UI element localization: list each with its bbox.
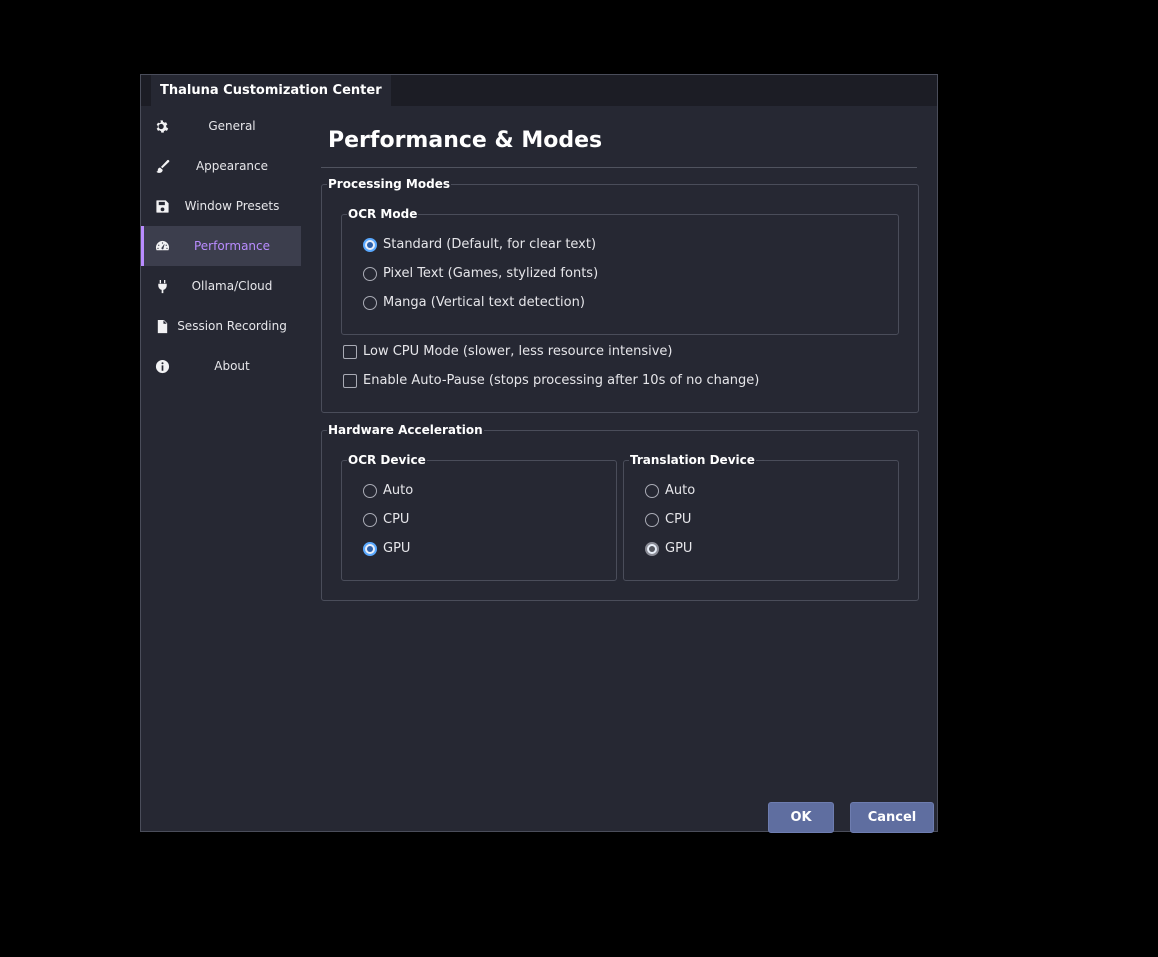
radio-label: Standard (Default, for clear text) bbox=[383, 237, 597, 252]
radio-indicator bbox=[363, 541, 377, 556]
group-title: Translation Device bbox=[629, 452, 756, 468]
radio-label: CPU bbox=[665, 512, 692, 527]
radio-indicator bbox=[645, 541, 659, 556]
ocr-device-cpu-radio[interactable]: CPU bbox=[363, 512, 409, 527]
sidebar-item-about[interactable]: About bbox=[141, 346, 301, 386]
ocr-mode-pixel-text-radio[interactable]: Pixel Text (Games, stylized fonts) bbox=[363, 266, 598, 281]
ok-button[interactable]: OK bbox=[768, 802, 834, 833]
ocr-mode-manga-radio[interactable]: Manga (Vertical text detection) bbox=[363, 295, 585, 310]
translation-device-cpu-radio[interactable]: CPU bbox=[645, 512, 691, 527]
settings-window: Thaluna Customization Center General App… bbox=[140, 74, 938, 833]
radio-label: GPU bbox=[383, 541, 411, 556]
checkbox-indicator bbox=[343, 373, 357, 388]
auto-pause-checkbox[interactable]: Enable Auto-Pause (stops processing afte… bbox=[343, 373, 759, 388]
ocr-mode-standard-radio[interactable]: Standard (Default, for clear text) bbox=[363, 237, 596, 252]
radio-label: CPU bbox=[383, 512, 410, 527]
low-cpu-mode-checkbox[interactable]: Low CPU Mode (slower, less resource inte… bbox=[343, 344, 672, 359]
radio-indicator bbox=[645, 512, 659, 527]
checkbox-label: Enable Auto-Pause (stops processing afte… bbox=[363, 373, 760, 388]
radio-indicator bbox=[363, 483, 377, 498]
ocr-device-gpu-radio[interactable]: GPU bbox=[363, 541, 410, 556]
radio-indicator bbox=[363, 266, 377, 281]
brush-icon bbox=[154, 158, 170, 174]
radio-label: Auto bbox=[665, 483, 696, 498]
sidebar-item-window-presets[interactable]: Window Presets bbox=[141, 186, 301, 226]
group-title: Processing Modes bbox=[327, 176, 451, 192]
radio-label: Manga (Vertical text detection) bbox=[383, 295, 585, 310]
group-title: OCR Mode bbox=[347, 206, 419, 222]
radio-indicator bbox=[363, 512, 377, 527]
gear-icon bbox=[154, 118, 170, 134]
sidebar-item-performance[interactable]: Performance bbox=[141, 226, 301, 266]
plug-icon bbox=[154, 278, 170, 294]
ocr-device-group: OCR Device Auto CPU GPU bbox=[341, 452, 617, 581]
radio-label: Pixel Text (Games, stylized fonts) bbox=[383, 266, 599, 281]
page-title: Performance & Modes bbox=[328, 128, 603, 153]
document-icon bbox=[154, 318, 170, 334]
sidebar: General Appearance Window Presets Perfor… bbox=[141, 106, 301, 386]
processing-modes-group: Processing Modes OCR Mode Standard (Defa… bbox=[321, 176, 919, 413]
info-icon bbox=[154, 358, 170, 374]
hardware-acceleration-group: Hardware Acceleration OCR Device Auto CP… bbox=[321, 422, 919, 601]
group-title: OCR Device bbox=[347, 452, 427, 468]
radio-indicator bbox=[363, 295, 377, 310]
translation-device-auto-radio[interactable]: Auto bbox=[645, 483, 695, 498]
group-title: Hardware Acceleration bbox=[327, 422, 484, 438]
gauge-icon bbox=[154, 238, 170, 254]
translation-device-gpu-radio[interactable]: GPU bbox=[645, 541, 692, 556]
radio-indicator bbox=[645, 483, 659, 498]
radio-label: Auto bbox=[383, 483, 414, 498]
content-panel: Performance & Modes Processing Modes OCR… bbox=[321, 106, 919, 831]
cancel-button[interactable]: Cancel bbox=[850, 802, 934, 833]
sidebar-item-ollama-cloud[interactable]: Ollama/Cloud bbox=[141, 266, 301, 306]
sidebar-item-appearance[interactable]: Appearance bbox=[141, 146, 301, 186]
sidebar-item-general[interactable]: General bbox=[141, 106, 301, 146]
ocr-mode-group: OCR Mode Standard (Default, for clear te… bbox=[341, 206, 899, 335]
ocr-device-auto-radio[interactable]: Auto bbox=[363, 483, 413, 498]
checkbox-label: Low CPU Mode (slower, less resource inte… bbox=[363, 344, 673, 359]
radio-indicator bbox=[363, 237, 377, 252]
title-bar: Thaluna Customization Center bbox=[141, 75, 937, 106]
window-title: Thaluna Customization Center bbox=[151, 75, 391, 106]
checkbox-indicator bbox=[343, 344, 357, 359]
title-divider bbox=[321, 167, 917, 168]
sidebar-item-session-recording[interactable]: Session Recording bbox=[141, 306, 301, 346]
save-icon bbox=[154, 198, 170, 214]
translation-device-group: Translation Device Auto CPU GPU bbox=[623, 452, 899, 581]
radio-label: GPU bbox=[665, 541, 693, 556]
